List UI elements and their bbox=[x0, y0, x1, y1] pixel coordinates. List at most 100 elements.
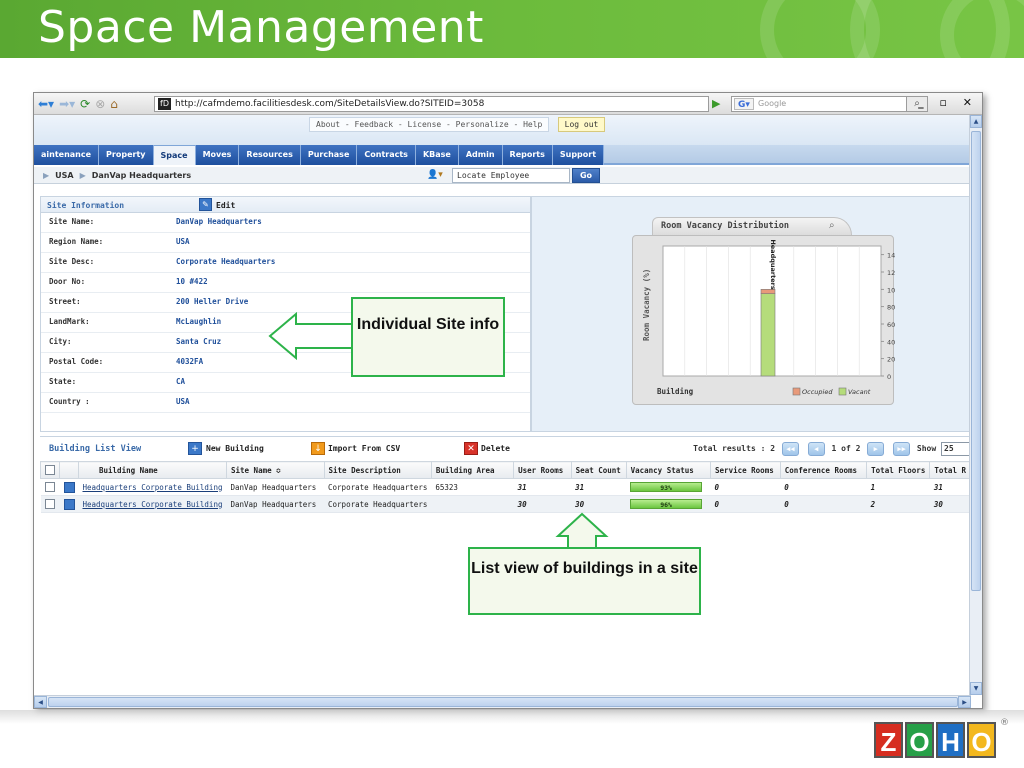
cell-site-description-text: Corporate Headquarters bbox=[328, 499, 428, 509]
col-seat-count[interactable]: Seat Count bbox=[570, 461, 627, 479]
edit-icon[interactable]: ✎ bbox=[199, 198, 212, 211]
site-info-value: CA bbox=[176, 377, 186, 386]
go-arrow-icon[interactable]: ▶ bbox=[712, 96, 726, 112]
horizontal-scrollbar[interactable]: ◀ ▶ bbox=[34, 695, 971, 708]
locate-employee-input[interactable]: Locate Employee bbox=[452, 168, 570, 183]
search-input[interactable]: G▾ Google bbox=[731, 96, 926, 112]
sort-icon[interactable]: ≎ bbox=[276, 466, 281, 475]
col-building-name[interactable]: Building Name bbox=[78, 461, 227, 479]
cell-site-description-text: Corporate Headquarters bbox=[328, 482, 428, 492]
cell-conference-rooms-text: 0 bbox=[784, 499, 789, 509]
col-vacancy-status[interactable]: Vacancy Status bbox=[625, 461, 712, 479]
scroll-thumb[interactable] bbox=[971, 131, 981, 591]
bar-vacant bbox=[760, 293, 776, 377]
row-select-cell bbox=[40, 478, 60, 496]
row-checkbox[interactable] bbox=[44, 499, 55, 509]
registered-mark: ® bbox=[1000, 718, 1009, 728]
forward-icon[interactable]: ➡▾ bbox=[59, 96, 75, 112]
site-info-value: McLaughlin bbox=[176, 317, 222, 326]
scroll-left-icon[interactable]: ◀ bbox=[34, 696, 47, 708]
col-service-rooms[interactable]: Service Rooms bbox=[710, 461, 781, 479]
col-conference-rooms[interactable]: Conference Rooms bbox=[779, 461, 868, 479]
building-name-link[interactable]: Headquarters Corporate Building bbox=[83, 500, 223, 509]
page-size-select[interactable]: 25 bbox=[941, 441, 971, 456]
import-csv-button[interactable]: Import From CSV bbox=[328, 444, 400, 453]
breadcrumb-item-site[interactable]: DanVap Headquarters bbox=[92, 171, 191, 180]
site-info-label: Region Name: bbox=[49, 237, 104, 246]
tab-reports[interactable]: Reports bbox=[502, 145, 553, 165]
site-info-row: Site Desc: Corporate Headquarters bbox=[41, 253, 530, 273]
logout-button[interactable]: Log out bbox=[558, 117, 605, 132]
decorative-circle bbox=[940, 0, 1024, 58]
site-info-value: Corporate Headquarters bbox=[176, 257, 276, 266]
delete-button[interactable]: Delete bbox=[481, 444, 510, 453]
col-total-r[interactable]: Total R bbox=[929, 461, 971, 479]
table-row[interactable]: Headquarters Corporate Building DanVap He… bbox=[40, 495, 971, 513]
tab-support[interactable]: Support bbox=[552, 145, 605, 165]
import-icon[interactable]: ↓ bbox=[311, 442, 325, 455]
last-page-icon[interactable]: ▶▶ bbox=[893, 441, 911, 456]
refresh-icon[interactable]: ⟳ bbox=[80, 96, 90, 112]
go-button[interactable]: Go bbox=[572, 168, 600, 183]
title-bar: Space Management bbox=[0, 0, 1024, 58]
tab-moves[interactable]: Moves bbox=[195, 145, 240, 165]
scroll-right-icon[interactable]: ▶ bbox=[958, 696, 971, 708]
tab-purchase[interactable]: Purchase bbox=[300, 145, 358, 165]
tab-property[interactable]: Property bbox=[99, 145, 154, 165]
col-site-name[interactable]: Site Name ≎ bbox=[225, 461, 325, 479]
cell-vacancy-status: 96% bbox=[626, 495, 711, 513]
vacancy-status-label: 93% bbox=[660, 484, 672, 492]
tab-admin[interactable]: Admin bbox=[458, 145, 503, 165]
back-icon[interactable]: ⬅▾ bbox=[38, 96, 54, 112]
col-total-floors[interactable]: Total Floors bbox=[866, 461, 931, 479]
cell-total-r: 30 bbox=[929, 495, 971, 513]
col-user-rooms[interactable]: User Rooms bbox=[513, 461, 572, 479]
new-building-icon[interactable]: + bbox=[188, 442, 202, 455]
zoom-icon[interactable]: ⌕ bbox=[829, 219, 845, 233]
search-placeholder: Google bbox=[758, 99, 787, 108]
table-row[interactable]: Headquarters Corporate Building DanVap He… bbox=[40, 478, 971, 496]
delete-icon[interactable]: ✕ bbox=[464, 442, 478, 455]
slide-title: Space Management bbox=[38, 2, 484, 53]
tab-contracts[interactable]: Contracts bbox=[357, 145, 416, 165]
window-controls[interactable]: _ ▫ ✕ bbox=[918, 96, 978, 109]
col-building-area[interactable]: Building Area bbox=[430, 461, 515, 479]
cell-site-description: Corporate Headquarters bbox=[324, 495, 432, 513]
row-edit-cell bbox=[59, 478, 79, 496]
select-all-checkbox[interactable] bbox=[45, 465, 55, 475]
prev-page-icon[interactable]: ◀ bbox=[807, 441, 825, 456]
edit-row-icon[interactable] bbox=[63, 498, 75, 510]
icon-column-header bbox=[59, 461, 79, 479]
edit-link[interactable]: Edit bbox=[216, 199, 235, 212]
tab-kbase[interactable]: KBase bbox=[415, 145, 459, 165]
tab-space[interactable]: Space bbox=[153, 145, 196, 165]
breadcrumb: ▶ USA ▶ DanVap Headquarters bbox=[37, 169, 191, 182]
bottom-shadow bbox=[0, 710, 1024, 724]
tab-resources[interactable]: Resources bbox=[239, 145, 301, 165]
top-links[interactable]: About - Feedback - License - Personalize… bbox=[309, 117, 550, 132]
row-checkbox[interactable] bbox=[44, 482, 55, 492]
building-name-link[interactable]: Headquarters Corporate Building bbox=[83, 483, 223, 492]
breadcrumb-item-region[interactable]: USA bbox=[55, 171, 73, 180]
vacancy-status-bar: 93% bbox=[630, 482, 703, 492]
site-info-row: Region Name: USA bbox=[41, 233, 530, 253]
address-bar[interactable]: fD http://cafmdemo.facilitiesdesk.com/Si… bbox=[154, 96, 824, 112]
stop-icon[interactable]: ⊗ bbox=[95, 96, 105, 112]
scroll-up-icon[interactable]: ▲ bbox=[970, 115, 982, 128]
site-info-label: Street: bbox=[49, 297, 81, 306]
edit-row-icon[interactable] bbox=[63, 481, 75, 493]
building-list-title: Building List View bbox=[49, 444, 142, 454]
next-page-icon[interactable]: ▶ bbox=[867, 441, 885, 456]
vertical-scrollbar[interactable]: ▲ ▼ bbox=[969, 115, 982, 695]
new-building-button[interactable]: New Building bbox=[206, 444, 264, 453]
locate-employee-icon[interactable]: 👤▾ bbox=[427, 168, 449, 182]
first-page-icon[interactable]: ◀◀ bbox=[781, 441, 799, 456]
home-icon[interactable]: ⌂ bbox=[110, 96, 118, 112]
legend-label-occupied: Occupied bbox=[802, 388, 833, 396]
scroll-down-icon[interactable]: ▼ bbox=[970, 682, 982, 695]
google-icon[interactable]: G▾ bbox=[734, 98, 754, 110]
col-site-description[interactable]: Site Description bbox=[323, 461, 432, 479]
building-list-header: Building List View + New Building ↓ Impo… bbox=[40, 437, 971, 461]
scroll-thumb-horizontal[interactable] bbox=[48, 697, 958, 707]
tab-aintenance[interactable]: aintenance bbox=[34, 145, 100, 165]
